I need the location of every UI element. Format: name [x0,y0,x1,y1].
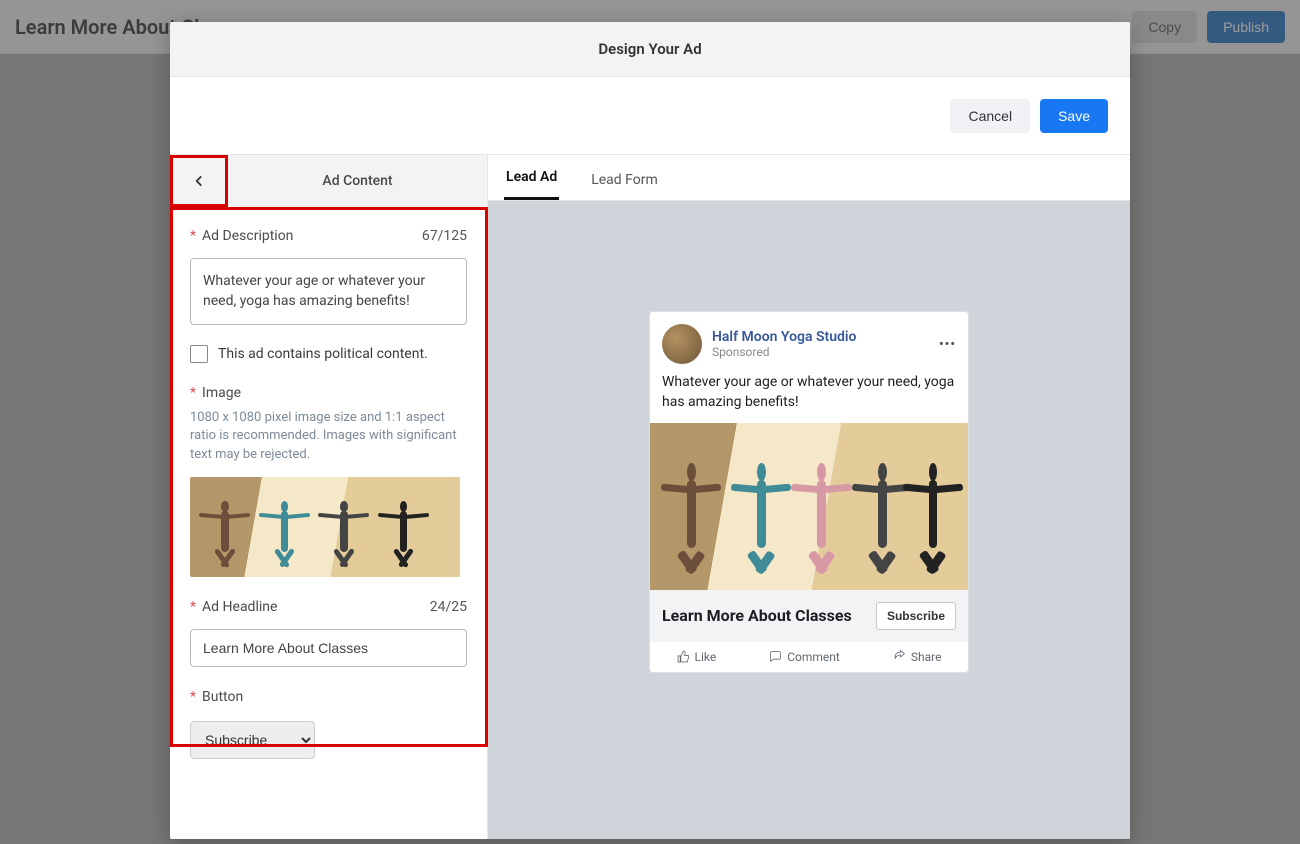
modal-actions: Cancel Save [170,77,1130,155]
image-help-text: 1080 x 1080 pixel image size and 1:1 asp… [190,409,467,466]
back-button[interactable] [170,155,228,207]
share-button[interactable]: Share [893,650,942,664]
sidebar-tab-ad-content[interactable]: Ad Content [228,155,487,207]
share-icon [893,650,906,663]
like-button[interactable]: Like [677,650,717,664]
ad-content-sidebar: Ad Content * Ad Description 67/125 Whate… [170,155,488,839]
ad-description-counter: 67/125 [422,228,467,244]
button-select[interactable]: Subscribe [190,721,315,759]
image-thumbnail[interactable] [190,477,460,577]
tab-lead-form[interactable]: Lead Form [589,160,660,200]
political-content-label: This ad contains political content. [218,346,428,362]
ad-headline-counter: 24/25 [430,599,467,615]
image-label: * Image [190,385,467,401]
comment-icon [769,650,782,663]
ad-preview-card: Half Moon Yoga Studio Sponsored ••• What… [649,311,969,673]
button-label: * Button [190,689,467,705]
ad-description-label: * Ad Description 67/125 [190,228,467,244]
required-marker: * [190,228,196,244]
avatar [662,324,702,364]
ad-description-input[interactable]: Whatever your age or whatever your need,… [190,258,467,325]
political-content-checkbox[interactable] [190,345,208,363]
chevron-left-icon [192,174,206,188]
modal-title: Design Your Ad [170,22,1130,77]
cancel-button[interactable]: Cancel [950,99,1030,133]
ad-body-text: Whatever your age or whatever your need,… [650,372,968,423]
save-button[interactable]: Save [1040,99,1108,133]
tab-lead-ad[interactable]: Lead Ad [504,157,559,200]
ad-headline-input[interactable] [190,629,467,667]
ad-cta-button[interactable]: Subscribe [876,602,956,630]
ad-headline: Learn More About Classes [662,606,852,625]
preview-pane: Lead Ad Lead Form Half Moon Yoga Studio … [488,155,1130,839]
ad-page-name[interactable]: Half Moon Yoga Studio [712,329,856,345]
comment-button[interactable]: Comment [769,650,840,664]
ad-headline-label: * Ad Headline 24/25 [190,599,467,615]
ad-sponsored-label: Sponsored [712,345,856,359]
like-icon [677,650,690,663]
ad-image [650,423,968,590]
design-ad-modal: Design Your Ad Cancel Save Ad Content * … [170,22,1130,839]
more-options-icon[interactable]: ••• [939,337,956,352]
